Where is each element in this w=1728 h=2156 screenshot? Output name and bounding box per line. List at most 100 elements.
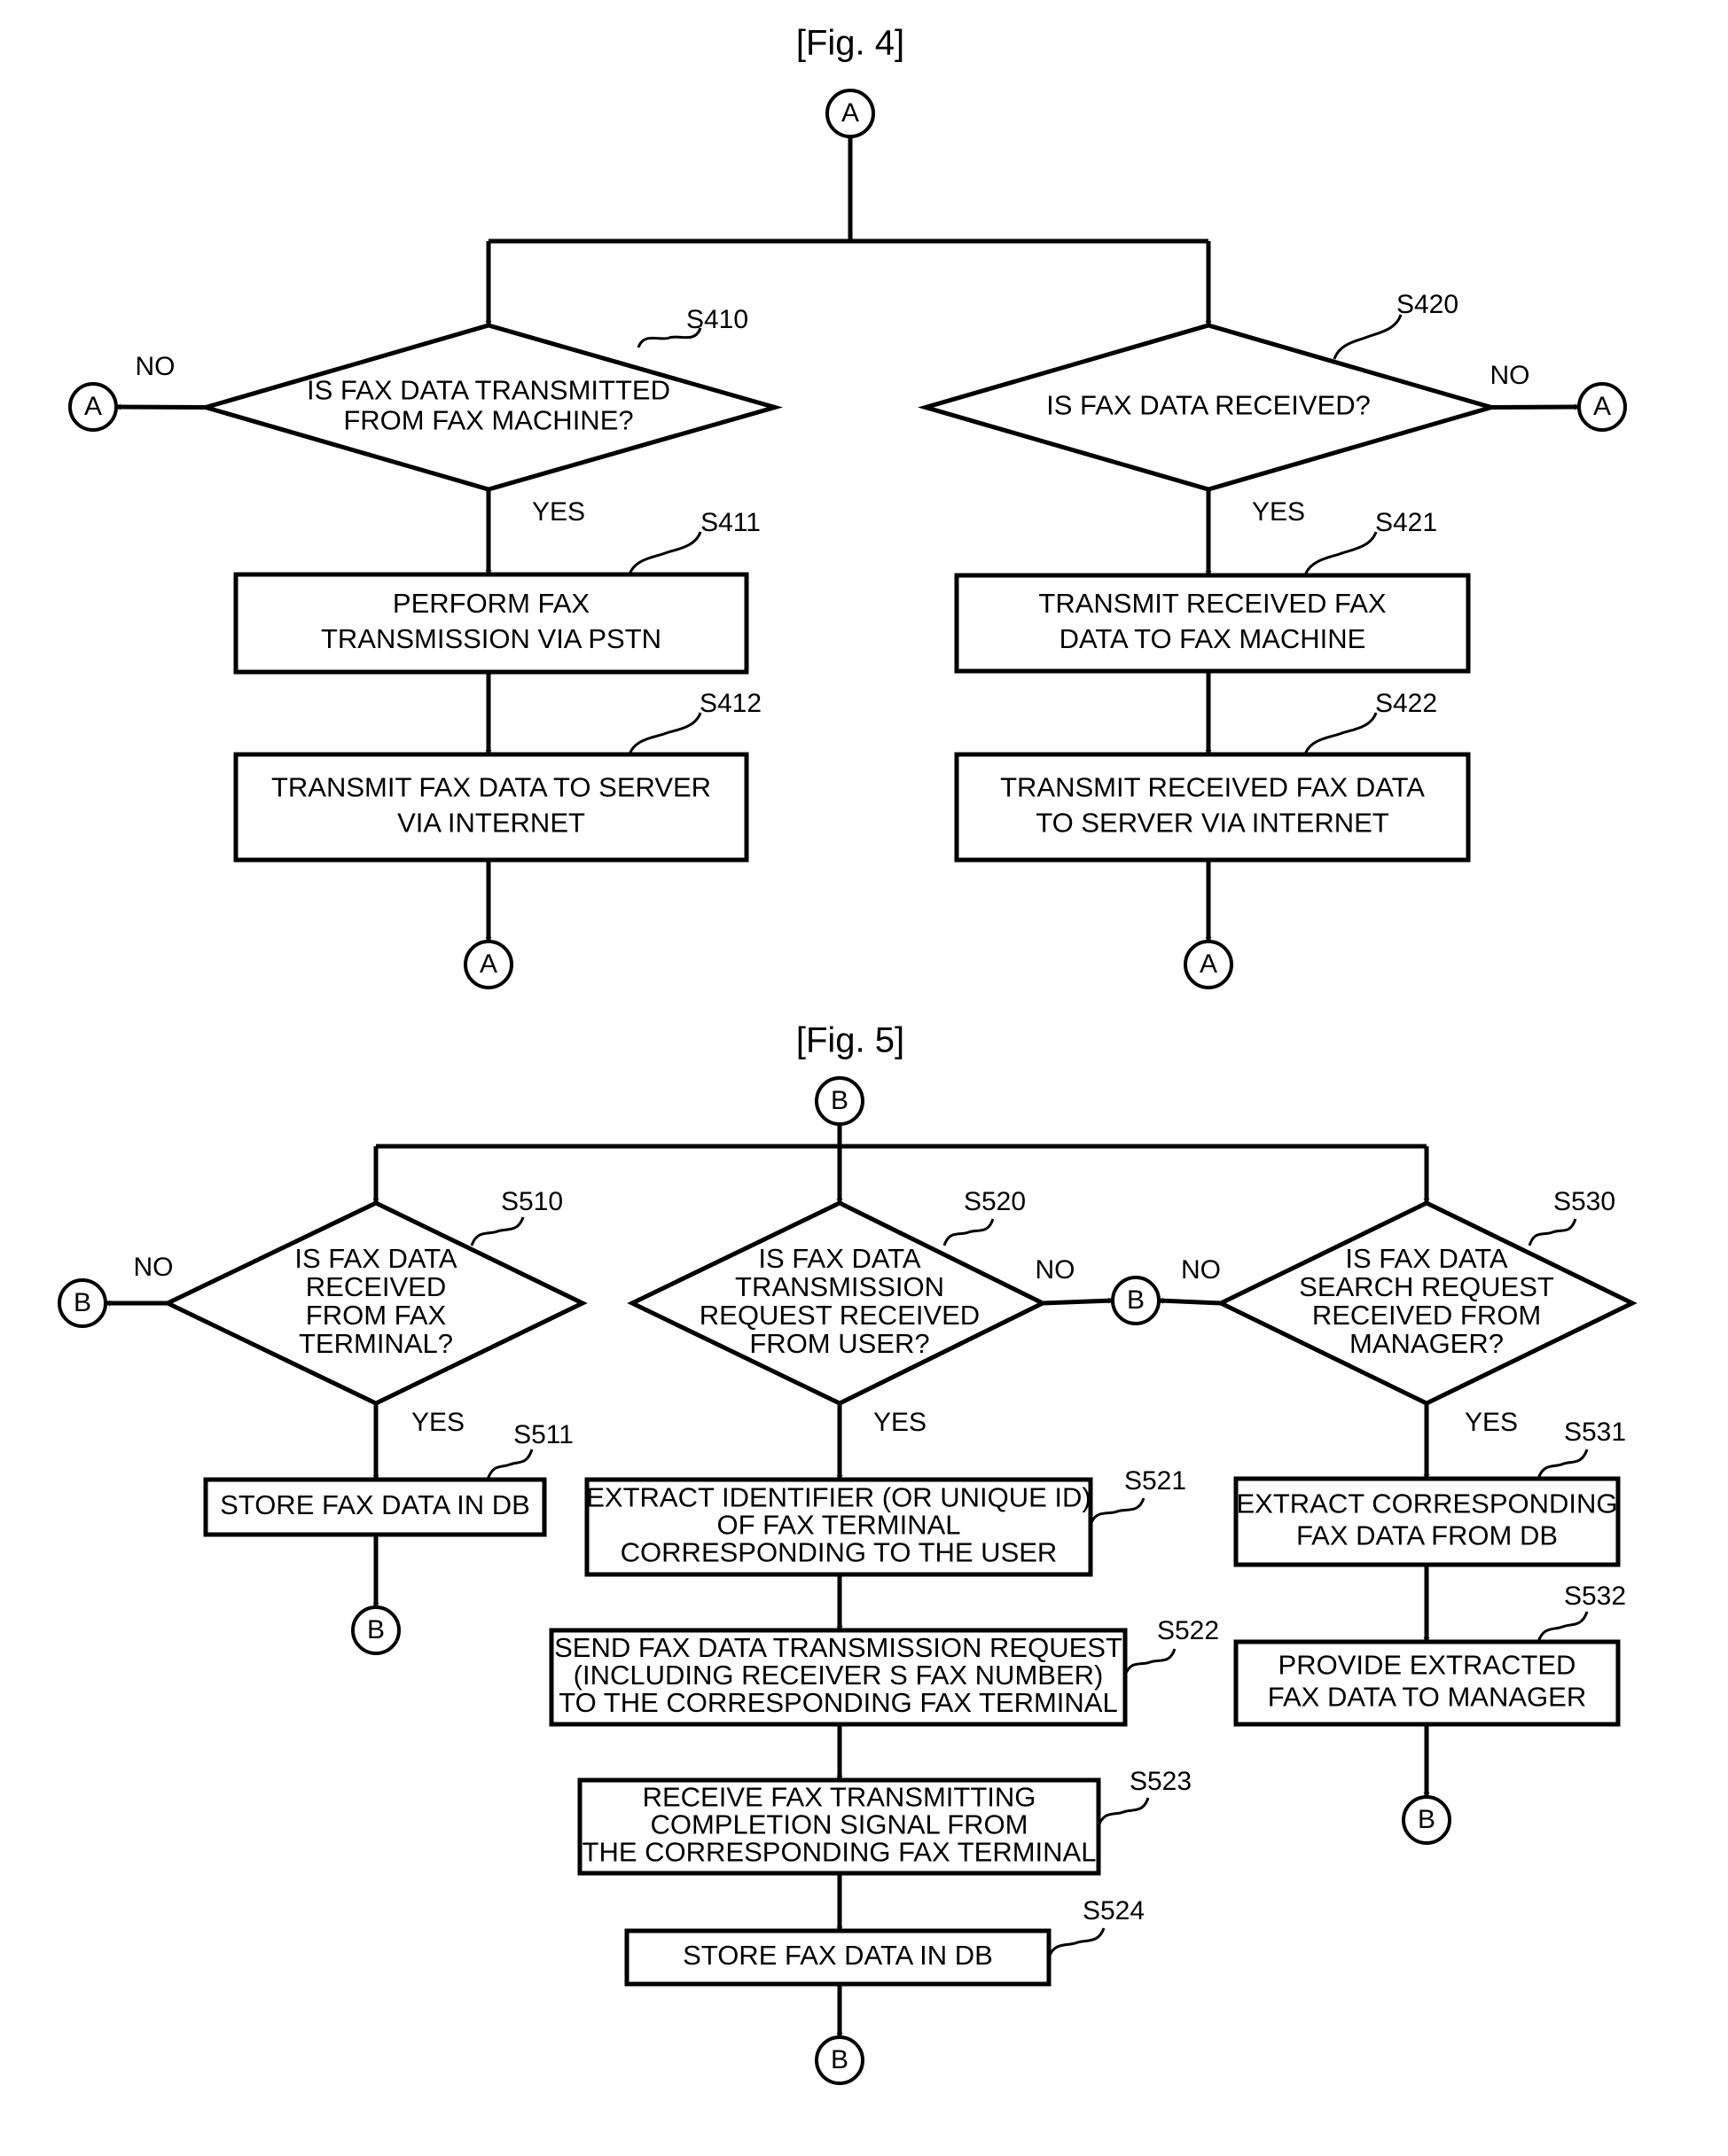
fig5-s530-step-leader [1528,1218,1577,1246]
fig5-s510-decision-text-line: FROM FAX [306,1300,447,1331]
fig5-s530-yes-label: YES [1465,1408,1518,1437]
flowchart-canvas: [Fig. 4]AIS FAX DATA TRANSMITTEDFROM FAX… [58,24,1638,2085]
fig5-s521-step-label: S521 [1124,1466,1186,1496]
fig5-s532-process-text-line: PROVIDE EXTRACTED [1278,1650,1576,1681]
fig5-s511-step-leader [486,1449,534,1480]
fig5-s510-step-label: S510 [501,1187,563,1216]
fig5-s524-step-label: S524 [1083,1896,1145,1926]
fig5-s523-process-text-line: RECEIVE FAX TRANSMITTING [643,1782,1036,1813]
fig5-s522-step-label: S522 [1157,1616,1219,1645]
fig5-s523-process-text-line: COMPLETION SIGNAL FROM [650,1809,1028,1840]
fig4-s412-step-label: S412 [700,689,762,718]
fig5-s531-step-leader [1536,1449,1589,1480]
fig5-s511-step-label: S511 [513,1420,574,1449]
fig4-s410-end-connector: A [464,940,513,989]
fig5-s530-decision-text-line: MANAGER? [1349,1328,1504,1359]
fig5-s530-decision-text-line: IS FAX DATA [1345,1243,1507,1274]
fig4-s422-step-label: S422 [1375,689,1437,718]
fig5-s521-step-leader [1089,1497,1145,1526]
fig4-s420-step-label: S420 [1396,290,1458,319]
fig5-s520-step-leader [942,1218,995,1246]
fig5-s530-decision-text-line: RECEIVED FROM [1312,1300,1541,1331]
fig5-s510-no-connector: B [58,1278,107,1328]
fig4-s412-step-leader [628,712,702,755]
fig5-s521-process-text-line: CORRESPONDING TO THE USER [621,1537,1058,1568]
fig5-s523-step-label: S523 [1130,1767,1192,1796]
fig4-s420-no-connector: A [1577,382,1627,432]
fig5-start-connector-label: B [831,1086,848,1115]
fig4-s420-end-connector: A [1184,940,1233,989]
fig4-s420-yes-label: YES [1252,497,1305,527]
fig5-s531-process-text-line: FAX DATA FROM DB [1296,1520,1558,1551]
fig5-s522-process-text-line: SEND FAX DATA TRANSMISSION REQUEST [554,1632,1122,1663]
fig4-s420-no-connector-label: A [1593,392,1611,421]
fig5-s520-end-connector-label: B [831,2045,848,2074]
fig4-start-connector: A [825,89,875,138]
fig5-s531-step-label: S531 [1564,1418,1626,1447]
fig5-s510-decision-text-line: TERMINAL? [299,1328,453,1359]
fig4-s412-process-text-line: TRANSMIT FAX DATA TO SERVER [271,772,711,803]
fig5-s520-no-arrow [1042,1297,1114,1306]
fig4-s411-step-leader [628,531,702,575]
fig4-s411-process-text-line: TRANSMISSION VIA PSTN [321,623,661,654]
fig4-s422-step-leader [1303,712,1378,755]
fig4-s422-process-text-line: TRANSMIT RECEIVED FAX DATA [1000,772,1425,803]
fig5-s520-no-label: NO [1036,1255,1075,1285]
fig5-s532-process-text-line: FAX DATA TO MANAGER [1268,1682,1586,1713]
fig4-s410-no-label: NO [136,352,176,381]
fig5-s520-decision-text-line: FROM USER? [749,1328,929,1359]
fig4-s410-no-connector-label: A [84,392,102,421]
fig4-s411-step-label: S411 [700,508,761,537]
fig4-s420-decision-text-line: IS FAX DATA RECEIVED? [1046,390,1371,421]
fig5-s523-process-text-line: THE CORRESPONDING FAX TERMINAL [583,1837,1097,1868]
fig5-s520-decision-text-line: REQUEST RECEIVED [700,1300,980,1331]
fig5-s520-yes-label: YES [873,1408,927,1437]
fig4-s421-step-leader [1303,531,1378,576]
fig4-s411-process-text-line: PERFORM FAX [393,588,590,619]
fig4-s420-end-connector-label: A [1200,949,1217,979]
fig4-s421-step-label: S421 [1375,508,1437,537]
fig5-s530-no-arrow [1158,1297,1222,1306]
fig4-title: [Fig. 4] [796,24,904,63]
fig5-s520-no-connector-label: B [1127,1285,1145,1315]
fig5-s522-step-leader [1123,1648,1177,1676]
fig5-s510-decision-text-line: RECEIVED [306,1271,446,1302]
fig5-s520-decision-text-line: IS FAX DATA [758,1243,920,1274]
fig5-s530-no-label: NO [1181,1255,1221,1285]
fig4-s420-no-label: NO [1490,361,1530,390]
fig4-s410-decision-text-line: FROM FAX MACHINE? [343,405,633,436]
fig5-s521-process-text-line: EXTRACT IDENTIFIER (OR UNIQUE ID) [586,1482,1091,1513]
fig4-s420-step-leader [1333,314,1403,360]
fig4-s410-step-label: S410 [686,305,748,334]
fig5-s524-process-text-line: STORE FAX DATA IN DB [683,1940,993,1971]
fig5-s510-step-leader [470,1216,525,1246]
fig4-start-connector-label: A [841,98,859,128]
fig5-s510-decision-text-line: IS FAX DATA [294,1243,457,1274]
fig5-s530-end-connector: B [1402,1795,1451,1845]
fig5-s510-yes-label: YES [411,1408,465,1437]
fig5-s532-step-leader [1536,1611,1589,1643]
fig5-s520-no-connector: B [1111,1276,1161,1325]
fig5-s522-process-text-line: (INCLUDING RECEIVER S FAX NUMBER) [574,1660,1104,1691]
fig5-s510-end-connector-label: B [367,1615,385,1644]
fig4-s410-no-connector: A [68,382,118,432]
fig4-s420-no-arrow [1490,403,1580,410]
fig5-s510-no-label: NO [134,1253,174,1282]
fig5-s510-end-connector: B [351,1605,401,1655]
fig4-s410-yes-label: YES [532,497,585,527]
fig5-s521-process-text-line: OF FAX TERMINAL [716,1510,960,1541]
fig5-s520-end-connector: B [815,2035,864,2085]
fig5-title: [Fig. 5] [796,1021,904,1060]
fig5-s530-decision-text-line: SEARCH REQUEST [1299,1271,1554,1302]
fig5-s520-decision-text-line: TRANSMISSION [735,1271,944,1302]
fig5-s510-no-connector-label: B [74,1288,91,1317]
fig5-s531-process-text-line: EXTRACT CORRESPONDING [1236,1488,1617,1519]
fig5-start-connector: B [815,1076,864,1126]
fig4-s410-decision-text-line: IS FAX DATA TRANSMITTED [307,375,670,406]
fig4-s421-process-text-line: DATA TO FAX MACHINE [1059,623,1366,654]
fig4-s421-process-text-line: TRANSMIT RECEIVED FAX [1038,588,1386,619]
fig5-s524-step-leader [1047,1927,1106,1958]
fig4-s422-process-text-line: TO SERVER VIA INTERNET [1036,808,1389,839]
fig4-s410-end-connector-label: A [480,949,497,979]
fig5-s520-step-label: S520 [964,1187,1026,1216]
